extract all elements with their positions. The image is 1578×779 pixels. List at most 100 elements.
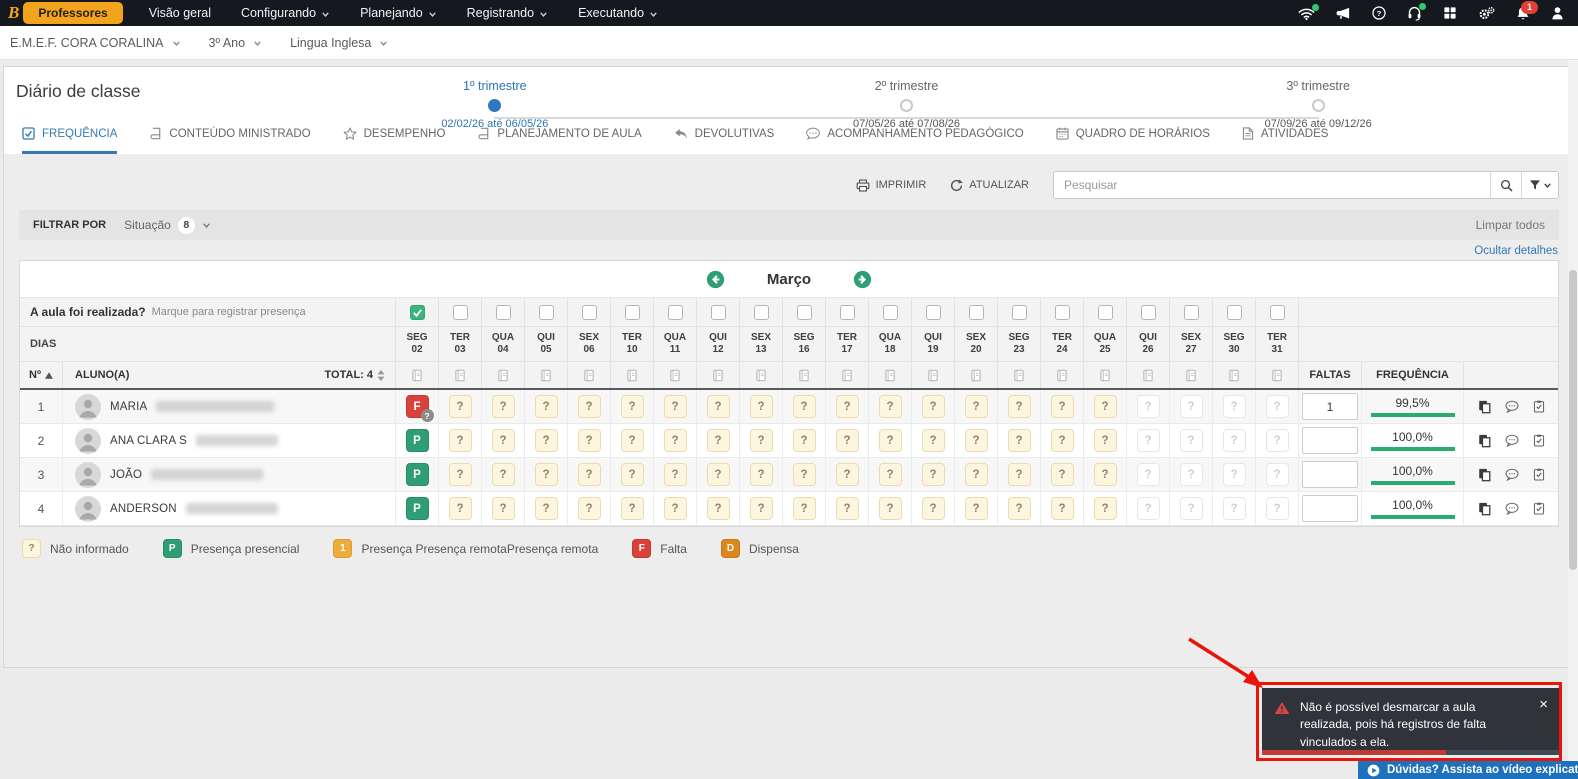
notifications-bell-icon[interactable]: 1 <box>1516 0 1538 21</box>
day-header[interactable]: TER 10 <box>610 327 653 361</box>
lesson-journal-icon[interactable] <box>970 369 982 382</box>
attendance-mark[interactable]: ? <box>1007 497 1031 520</box>
lesson-journal-icon[interactable] <box>454 369 466 382</box>
lesson-journal-icon[interactable] <box>1099 369 1111 382</box>
day-header[interactable]: TER 03 <box>438 327 481 361</box>
day-header[interactable]: QUA 04 <box>481 327 524 361</box>
attendance-mark[interactable]: ? <box>577 395 601 418</box>
lesson-journal-icon[interactable] <box>583 369 595 382</box>
attendance-mark[interactable]: ? <box>964 463 988 486</box>
attendance-mark[interactable]: ? <box>921 463 945 486</box>
lesson-checkbox[interactable] <box>710 304 726 320</box>
attendance-mark[interactable]: ? <box>491 429 515 452</box>
next-month-button[interactable] <box>853 270 872 289</box>
lesson-checkbox[interactable] <box>538 304 554 320</box>
attendance-mark[interactable]: ? <box>491 395 515 418</box>
day-header[interactable]: SEX 20 <box>954 327 997 361</box>
day-header[interactable]: QUA 11 <box>653 327 696 361</box>
lesson-journal-icon[interactable] <box>1185 369 1197 382</box>
attendance-mark[interactable]: ? <box>534 395 558 418</box>
attendance-mark[interactable]: ? <box>749 395 773 418</box>
attendance-mark[interactable]: ? <box>663 497 687 520</box>
tab-conteudo-ministrado[interactable]: CONTEÚDO MINISTRADO <box>149 116 311 154</box>
connection-status-icon[interactable] <box>1298 3 1319 20</box>
evaluation-checklist-icon[interactable] <box>1533 434 1545 447</box>
attendance-mark[interactable]: ? <box>620 395 644 418</box>
day-header[interactable]: SEG 23 <box>997 327 1040 361</box>
attendance-mark[interactable]: ? <box>792 395 816 418</box>
attendance-mark[interactable]: ? <box>448 429 472 452</box>
sort-by-total[interactable]: TOTAL: 4 <box>325 369 385 381</box>
lesson-journal-icon[interactable] <box>497 369 509 382</box>
situacao-filter[interactable]: Situação 8 <box>124 216 211 234</box>
subject-selector[interactable]: Lingua Inglesa <box>290 36 388 50</box>
lesson-journal-icon[interactable] <box>927 369 939 382</box>
trimester-2[interactable]: 2º trimestre 07/05/26 até 07/08/26 <box>701 79 1113 130</box>
lesson-journal-icon[interactable] <box>798 369 810 382</box>
scrollbar-track[interactable] <box>1568 60 1578 779</box>
attendance-mark[interactable]: ? <box>448 395 472 418</box>
lesson-checkbox[interactable] <box>409 304 425 320</box>
day-header[interactable]: SEG 30 <box>1212 327 1255 361</box>
lesson-checkbox[interactable] <box>624 304 640 320</box>
attendance-mark[interactable]: ? <box>448 463 472 486</box>
attendance-mark[interactable]: ? <box>577 463 601 486</box>
trimester-1[interactable]: 1º trimestre 02/02/26 até 06/05/26 <box>289 79 701 130</box>
lesson-journal-icon[interactable] <box>1271 369 1283 382</box>
attendance-mark[interactable]: ? <box>577 429 601 452</box>
user-account-icon[interactable] <box>1551 6 1564 20</box>
previous-month-button[interactable] <box>706 270 725 289</box>
day-header[interactable]: SEG 16 <box>782 327 825 361</box>
attendance-mark[interactable]: ? <box>663 463 687 486</box>
lesson-checkbox[interactable] <box>1097 304 1113 320</box>
nav-item-executando[interactable]: Executando <box>578 6 658 20</box>
lesson-checkbox[interactable] <box>753 304 769 320</box>
nav-item-visao-geral[interactable]: Visão geral <box>149 6 211 20</box>
attendance-mark[interactable]: ? <box>534 497 558 520</box>
comment-icon[interactable] <box>1505 502 1519 515</box>
refresh-button[interactable]: ATUALIZAR <box>950 178 1029 192</box>
copy-record-icon[interactable] <box>1478 502 1491 516</box>
toast-close-button[interactable]: × <box>1539 694 1548 716</box>
nav-item-planejando[interactable]: Planejando <box>360 6 437 20</box>
lesson-checkbox[interactable] <box>968 304 984 320</box>
attendance-mark[interactable]: ? <box>749 463 773 486</box>
lesson-journal-icon[interactable] <box>669 369 681 382</box>
lesson-checkbox[interactable] <box>1183 304 1199 320</box>
attendance-mark[interactable]: ? <box>964 429 988 452</box>
attendance-mark[interactable]: ? <box>835 463 859 486</box>
faltas-input[interactable] <box>1302 461 1358 488</box>
attendance-mark[interactable]: ? <box>921 395 945 418</box>
attendance-mark[interactable]: ? <box>921 497 945 520</box>
grade-selector[interactable]: 3º Ano <box>209 36 263 50</box>
day-header[interactable]: QUA 25 <box>1083 327 1126 361</box>
attendance-mark[interactable]: ? <box>964 395 988 418</box>
lesson-journal-icon[interactable] <box>884 369 896 382</box>
day-header[interactable]: QUI 19 <box>911 327 954 361</box>
lesson-journal-icon[interactable] <box>1142 369 1154 382</box>
day-header[interactable]: QUI 26 <box>1126 327 1169 361</box>
lesson-journal-icon[interactable] <box>841 369 853 382</box>
attendance-mark[interactable]: ? <box>1007 395 1031 418</box>
attendance-mark[interactable]: ? <box>792 429 816 452</box>
day-header[interactable]: SEX 13 <box>739 327 782 361</box>
day-header[interactable]: TER 17 <box>825 327 868 361</box>
attendance-mark[interactable]: ? <box>835 429 859 452</box>
faltas-input[interactable] <box>1302 393 1358 420</box>
sort-by-number[interactable]: Nº <box>20 362 62 388</box>
attendance-mark[interactable]: ? <box>835 395 859 418</box>
attendance-mark[interactable]: ? <box>1050 463 1074 486</box>
nav-item-registrando[interactable]: Registrando <box>467 6 548 20</box>
attendance-mark[interactable]: ? <box>878 395 902 418</box>
search-button[interactable] <box>1490 172 1521 198</box>
lesson-journal-icon[interactable] <box>626 369 638 382</box>
attendance-mark[interactable]: P <box>405 429 429 452</box>
attendance-mark[interactable]: P <box>405 463 429 486</box>
attendance-mark[interactable]: ? <box>792 463 816 486</box>
attendance-mark[interactable]: ? <box>534 463 558 486</box>
attendance-mark[interactable]: ? <box>448 497 472 520</box>
evaluation-checklist-icon[interactable] <box>1533 400 1545 413</box>
support-icon[interactable] <box>1407 2 1426 21</box>
attendance-mark[interactable]: ? <box>878 497 902 520</box>
attendance-mark[interactable]: ? <box>792 497 816 520</box>
